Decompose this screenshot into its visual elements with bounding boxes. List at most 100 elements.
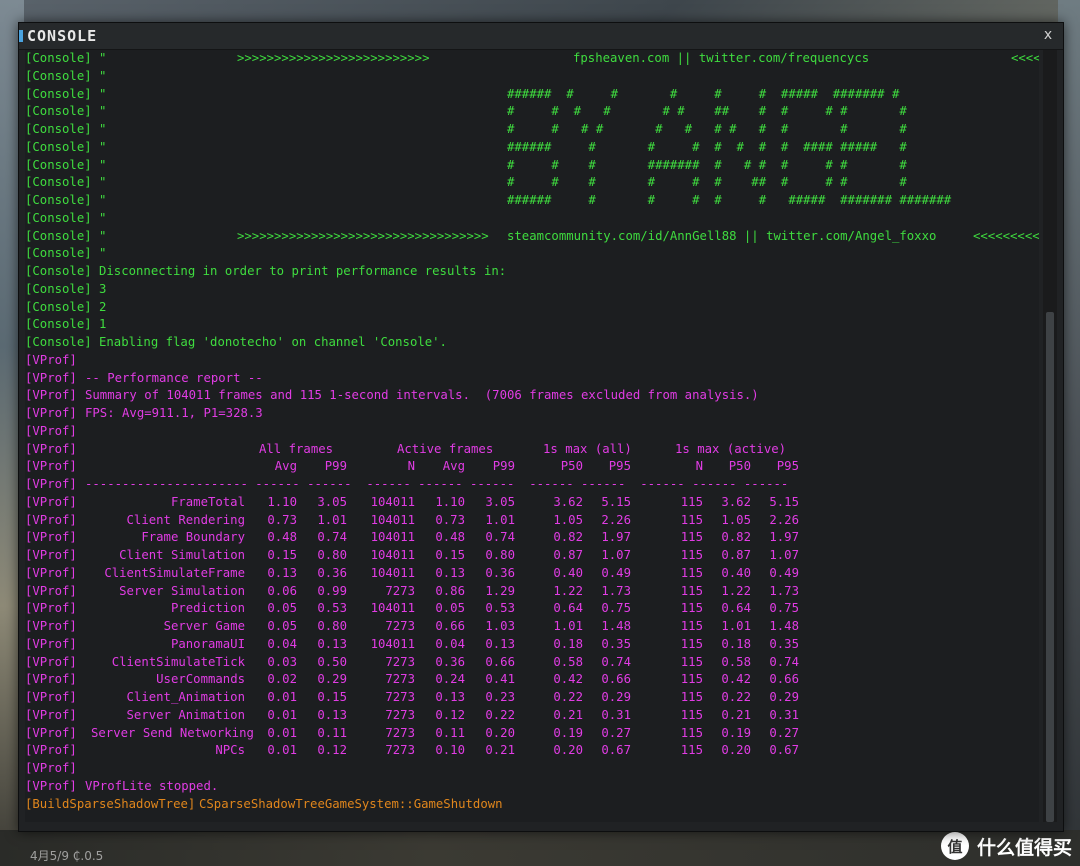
table-cell: 2.26 <box>769 512 799 527</box>
ascii-art-text: # # # # # # # # # # # # <box>507 122 907 136</box>
log-text: Summary of 104011 frames and 115 1-secon… <box>85 388 759 403</box>
column-header: Avg <box>274 459 297 474</box>
log-tag: [Console] <box>25 51 92 65</box>
table-cell: 0.29 <box>769 690 799 704</box>
table-cell: 0.74 <box>317 530 347 545</box>
log-tag: [VProf] <box>25 565 77 580</box>
row-name: Client Simulation <box>119 548 245 562</box>
table-cell: 0.58 <box>553 654 583 669</box>
table-cell: 0.01 <box>267 725 297 740</box>
table-cell: 0.58 <box>721 654 751 669</box>
table-cell: 1.01 <box>485 512 515 527</box>
scrollbar-thumb[interactable] <box>1046 312 1054 822</box>
table-cell: 0.74 <box>601 654 631 669</box>
log-tag: [VProf] <box>25 707 77 722</box>
table-cell: 1.97 <box>601 530 631 545</box>
table-cell: 115 <box>680 654 703 669</box>
table-cell: 0.10 <box>435 743 465 758</box>
row-name: FrameTotal <box>170 494 245 509</box>
table-cell: 0.03 <box>267 654 297 669</box>
close-button[interactable]: x <box>1039 26 1057 44</box>
table-cell: 104011 <box>370 601 415 616</box>
column-header: N <box>407 459 415 474</box>
log-text: Disconnecting in order to print performa… <box>99 264 507 278</box>
table-cell: 0.35 <box>769 636 799 651</box>
table-row: [VProf] Client_Animation 0.01 0.15 7273 0.13 0… <box>25 689 1039 707</box>
table-cell: 1.97 <box>769 530 799 545</box>
vprof-line: [VProf] <box>25 760 1039 778</box>
table-cell: 7273 <box>385 690 415 704</box>
table-cell: 0.05 <box>435 601 465 616</box>
table-cell: 0.49 <box>601 565 631 580</box>
table-cell: 0.42 <box>553 672 583 687</box>
table-cell: 115 <box>680 619 703 633</box>
log-tag: [VProf] <box>25 583 77 598</box>
table-cell: 0.67 <box>601 743 631 758</box>
log-tag: [VProf] <box>25 548 77 562</box>
vprof-line: [VProf] <box>25 423 1039 441</box>
vprof-line: [VProf] Summary of 104011 frames and 115 … <box>25 387 1039 405</box>
table-cell: 0.73 <box>267 512 297 527</box>
row-name: ClientSimulateFrame <box>104 565 245 580</box>
table-cell: 5.15 <box>769 494 799 509</box>
table-cell: 0.21 <box>721 707 751 722</box>
table-cell: 1.10 <box>435 494 465 509</box>
log-tag: [VProf] <box>25 672 77 687</box>
table-cell: 0.50 <box>317 654 347 669</box>
console-output[interactable]: [Console] " >>>>>>>>>>>>>>>>>>>>>>>>>> fpsh… <box>25 50 1039 822</box>
table-cell: 1.01 <box>553 619 583 633</box>
table-cell: 0.73 <box>435 512 465 527</box>
table-cell: 0.20 <box>553 743 583 758</box>
table-cell: 104011 <box>370 548 415 562</box>
table-cell: 0.22 <box>553 690 583 704</box>
table-cell: 0.86 <box>435 583 465 598</box>
table-cell: 104011 <box>370 494 415 509</box>
table-cell: 0.20 <box>721 743 751 758</box>
table-cell: 0.66 <box>485 654 515 669</box>
table-cell: 1.73 <box>769 583 799 598</box>
log-tag: [VProf] <box>25 477 77 491</box>
log-tag: [Console] <box>25 139 92 154</box>
log-text: 3 <box>99 281 107 296</box>
table-row: [VProf] Server Simulation 0.06 0.99 7273 0.86… <box>25 583 1039 601</box>
table-cell: 0.13 <box>485 636 515 651</box>
log-text: " <box>99 157 107 172</box>
table-cell: 3.05 <box>317 494 347 509</box>
console-line: [Console] " <box>25 210 1039 228</box>
column-header: P99 <box>492 459 515 474</box>
table-cell: 1.05 <box>721 512 751 527</box>
table-cell: 0.23 <box>485 690 515 704</box>
table-cell: 0.04 <box>267 636 297 651</box>
table-cell: 0.19 <box>553 725 583 740</box>
table-cell: 0.01 <box>267 743 297 758</box>
title-bar[interactable]: CONSOLE x <box>19 23 1063 50</box>
arrow-decoration: <<<<<<<<<<< <box>973 228 1039 243</box>
table-cell: 0.21 <box>553 707 583 722</box>
row-name: Client Rendering <box>126 512 245 527</box>
table-cell: 0.80 <box>317 548 347 562</box>
row-name: NPCs <box>215 743 245 758</box>
log-tag: [VProf] <box>25 778 77 793</box>
column-header: P95 <box>608 459 631 474</box>
row-name: Prediction <box>170 601 245 616</box>
scrollbar[interactable] <box>1043 50 1057 822</box>
table-cell: 7273 <box>385 707 415 722</box>
table-cell: 0.31 <box>769 707 799 722</box>
log-tag: [Console] <box>25 104 92 119</box>
table-cell: 0.12 <box>435 707 465 722</box>
vprof-group-header: [VProf] All frames Active frames 1s max (al… <box>25 441 1039 459</box>
log-tag: [VProf] <box>25 441 77 456</box>
table-cell: 1.07 <box>601 548 631 562</box>
log-tag: [Console] <box>25 246 92 261</box>
credit-link-text: fpsheaven.com || twitter.com/frequencycs <box>573 51 870 65</box>
ascii-art-line: [Console] " ###### # # # # # ##### #######… <box>25 192 1039 210</box>
table-cell: 3.05 <box>485 494 515 509</box>
table-cell: 0.29 <box>601 690 631 704</box>
column-header: Avg <box>442 459 465 474</box>
table-cell: 0.13 <box>317 707 347 722</box>
log-tag: [VProf] <box>25 406 77 420</box>
column-header: P50 <box>560 459 583 474</box>
log-tag: [Console] <box>25 335 92 349</box>
table-cell: 0.74 <box>769 654 799 669</box>
table-cell: 1.07 <box>769 548 799 562</box>
